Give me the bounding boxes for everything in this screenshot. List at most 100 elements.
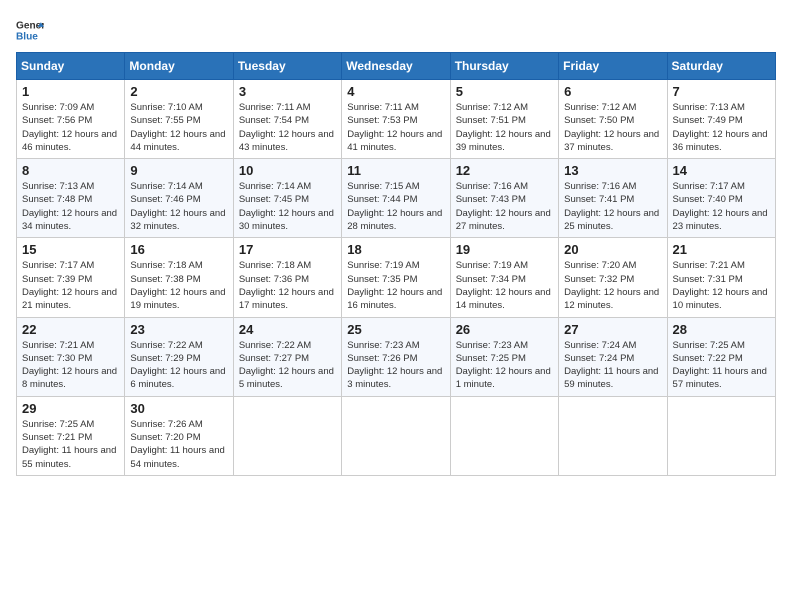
- calendar-day-cell: 9 Sunrise: 7:14 AM Sunset: 7:46 PM Dayli…: [125, 159, 233, 238]
- day-number: 2: [130, 84, 227, 99]
- day-info: Sunrise: 7:11 AM Sunset: 7:54 PM Dayligh…: [239, 101, 336, 154]
- calendar-day-cell: 12 Sunrise: 7:16 AM Sunset: 7:43 PM Dayl…: [450, 159, 558, 238]
- day-number: 22: [22, 322, 119, 337]
- day-number: 19: [456, 242, 553, 257]
- calendar-day-cell: 6 Sunrise: 7:12 AM Sunset: 7:50 PM Dayli…: [559, 80, 667, 159]
- calendar-day-cell: 7 Sunrise: 7:13 AM Sunset: 7:49 PM Dayli…: [667, 80, 775, 159]
- day-number: 16: [130, 242, 227, 257]
- day-info: Sunrise: 7:18 AM Sunset: 7:38 PM Dayligh…: [130, 259, 227, 312]
- day-info: Sunrise: 7:16 AM Sunset: 7:43 PM Dayligh…: [456, 180, 553, 233]
- day-info: Sunrise: 7:25 AM Sunset: 7:21 PM Dayligh…: [22, 418, 119, 471]
- day-info: Sunrise: 7:25 AM Sunset: 7:22 PM Dayligh…: [673, 339, 770, 392]
- day-info: Sunrise: 7:19 AM Sunset: 7:35 PM Dayligh…: [347, 259, 444, 312]
- day-number: 11: [347, 163, 444, 178]
- day-info: Sunrise: 7:13 AM Sunset: 7:49 PM Dayligh…: [673, 101, 770, 154]
- calendar-week-row: 22 Sunrise: 7:21 AM Sunset: 7:30 PM Dayl…: [17, 317, 776, 396]
- day-info: Sunrise: 7:23 AM Sunset: 7:26 PM Dayligh…: [347, 339, 444, 392]
- day-info: Sunrise: 7:21 AM Sunset: 7:31 PM Dayligh…: [673, 259, 770, 312]
- day-info: Sunrise: 7:10 AM Sunset: 7:55 PM Dayligh…: [130, 101, 227, 154]
- calendar-day-cell: 29 Sunrise: 7:25 AM Sunset: 7:21 PM Dayl…: [17, 396, 125, 475]
- weekday-header-row: SundayMondayTuesdayWednesdayThursdayFrid…: [17, 53, 776, 80]
- day-info: Sunrise: 7:14 AM Sunset: 7:45 PM Dayligh…: [239, 180, 336, 233]
- day-info: Sunrise: 7:21 AM Sunset: 7:30 PM Dayligh…: [22, 339, 119, 392]
- day-info: Sunrise: 7:24 AM Sunset: 7:24 PM Dayligh…: [564, 339, 661, 392]
- calendar-day-cell: 1 Sunrise: 7:09 AM Sunset: 7:56 PM Dayli…: [17, 80, 125, 159]
- day-number: 4: [347, 84, 444, 99]
- day-info: Sunrise: 7:26 AM Sunset: 7:20 PM Dayligh…: [130, 418, 227, 471]
- calendar-day-cell: 19 Sunrise: 7:19 AM Sunset: 7:34 PM Dayl…: [450, 238, 558, 317]
- day-info: Sunrise: 7:19 AM Sunset: 7:34 PM Dayligh…: [456, 259, 553, 312]
- weekday-header-friday: Friday: [559, 53, 667, 80]
- calendar-empty-cell: [667, 396, 775, 475]
- calendar-day-cell: 11 Sunrise: 7:15 AM Sunset: 7:44 PM Dayl…: [342, 159, 450, 238]
- calendar-day-cell: 3 Sunrise: 7:11 AM Sunset: 7:54 PM Dayli…: [233, 80, 341, 159]
- day-number: 30: [130, 401, 227, 416]
- calendar-day-cell: 14 Sunrise: 7:17 AM Sunset: 7:40 PM Dayl…: [667, 159, 775, 238]
- calendar-day-cell: 30 Sunrise: 7:26 AM Sunset: 7:20 PM Dayl…: [125, 396, 233, 475]
- calendar-day-cell: 17 Sunrise: 7:18 AM Sunset: 7:36 PM Dayl…: [233, 238, 341, 317]
- calendar-day-cell: 5 Sunrise: 7:12 AM Sunset: 7:51 PM Dayli…: [450, 80, 558, 159]
- calendar-day-cell: 24 Sunrise: 7:22 AM Sunset: 7:27 PM Dayl…: [233, 317, 341, 396]
- calendar-day-cell: 8 Sunrise: 7:13 AM Sunset: 7:48 PM Dayli…: [17, 159, 125, 238]
- day-number: 24: [239, 322, 336, 337]
- day-number: 20: [564, 242, 661, 257]
- day-number: 6: [564, 84, 661, 99]
- day-number: 17: [239, 242, 336, 257]
- day-number: 21: [673, 242, 770, 257]
- day-number: 15: [22, 242, 119, 257]
- calendar-day-cell: 4 Sunrise: 7:11 AM Sunset: 7:53 PM Dayli…: [342, 80, 450, 159]
- day-info: Sunrise: 7:12 AM Sunset: 7:51 PM Dayligh…: [456, 101, 553, 154]
- day-info: Sunrise: 7:14 AM Sunset: 7:46 PM Dayligh…: [130, 180, 227, 233]
- day-number: 25: [347, 322, 444, 337]
- day-number: 1: [22, 84, 119, 99]
- calendar-empty-cell: [450, 396, 558, 475]
- logo-icon: General Blue: [16, 16, 44, 44]
- calendar-day-cell: 22 Sunrise: 7:21 AM Sunset: 7:30 PM Dayl…: [17, 317, 125, 396]
- day-number: 9: [130, 163, 227, 178]
- day-number: 27: [564, 322, 661, 337]
- day-number: 10: [239, 163, 336, 178]
- day-number: 28: [673, 322, 770, 337]
- day-number: 23: [130, 322, 227, 337]
- calendar-empty-cell: [233, 396, 341, 475]
- calendar-week-row: 1 Sunrise: 7:09 AM Sunset: 7:56 PM Dayli…: [17, 80, 776, 159]
- day-info: Sunrise: 7:20 AM Sunset: 7:32 PM Dayligh…: [564, 259, 661, 312]
- weekday-header-monday: Monday: [125, 53, 233, 80]
- weekday-header-sunday: Sunday: [17, 53, 125, 80]
- day-info: Sunrise: 7:22 AM Sunset: 7:27 PM Dayligh…: [239, 339, 336, 392]
- day-info: Sunrise: 7:13 AM Sunset: 7:48 PM Dayligh…: [22, 180, 119, 233]
- logo: General Blue: [16, 16, 48, 44]
- page-header: General Blue: [16, 16, 776, 44]
- calendar-empty-cell: [559, 396, 667, 475]
- weekday-header-saturday: Saturday: [667, 53, 775, 80]
- calendar-day-cell: 15 Sunrise: 7:17 AM Sunset: 7:39 PM Dayl…: [17, 238, 125, 317]
- calendar-day-cell: 20 Sunrise: 7:20 AM Sunset: 7:32 PM Dayl…: [559, 238, 667, 317]
- day-number: 13: [564, 163, 661, 178]
- weekday-header-thursday: Thursday: [450, 53, 558, 80]
- day-info: Sunrise: 7:09 AM Sunset: 7:56 PM Dayligh…: [22, 101, 119, 154]
- day-info: Sunrise: 7:16 AM Sunset: 7:41 PM Dayligh…: [564, 180, 661, 233]
- day-number: 14: [673, 163, 770, 178]
- day-number: 18: [347, 242, 444, 257]
- day-info: Sunrise: 7:18 AM Sunset: 7:36 PM Dayligh…: [239, 259, 336, 312]
- day-info: Sunrise: 7:17 AM Sunset: 7:40 PM Dayligh…: [673, 180, 770, 233]
- day-number: 3: [239, 84, 336, 99]
- weekday-header-wednesday: Wednesday: [342, 53, 450, 80]
- calendar-day-cell: 10 Sunrise: 7:14 AM Sunset: 7:45 PM Dayl…: [233, 159, 341, 238]
- day-number: 29: [22, 401, 119, 416]
- svg-text:Blue: Blue: [16, 31, 38, 42]
- calendar-day-cell: 28 Sunrise: 7:25 AM Sunset: 7:22 PM Dayl…: [667, 317, 775, 396]
- day-info: Sunrise: 7:15 AM Sunset: 7:44 PM Dayligh…: [347, 180, 444, 233]
- day-number: 26: [456, 322, 553, 337]
- calendar-day-cell: 13 Sunrise: 7:16 AM Sunset: 7:41 PM Dayl…: [559, 159, 667, 238]
- day-info: Sunrise: 7:17 AM Sunset: 7:39 PM Dayligh…: [22, 259, 119, 312]
- day-number: 5: [456, 84, 553, 99]
- day-info: Sunrise: 7:23 AM Sunset: 7:25 PM Dayligh…: [456, 339, 553, 392]
- calendar-day-cell: 16 Sunrise: 7:18 AM Sunset: 7:38 PM Dayl…: [125, 238, 233, 317]
- calendar-day-cell: 27 Sunrise: 7:24 AM Sunset: 7:24 PM Dayl…: [559, 317, 667, 396]
- day-info: Sunrise: 7:11 AM Sunset: 7:53 PM Dayligh…: [347, 101, 444, 154]
- calendar-day-cell: 21 Sunrise: 7:21 AM Sunset: 7:31 PM Dayl…: [667, 238, 775, 317]
- day-info: Sunrise: 7:22 AM Sunset: 7:29 PM Dayligh…: [130, 339, 227, 392]
- day-number: 8: [22, 163, 119, 178]
- calendar-day-cell: 18 Sunrise: 7:19 AM Sunset: 7:35 PM Dayl…: [342, 238, 450, 317]
